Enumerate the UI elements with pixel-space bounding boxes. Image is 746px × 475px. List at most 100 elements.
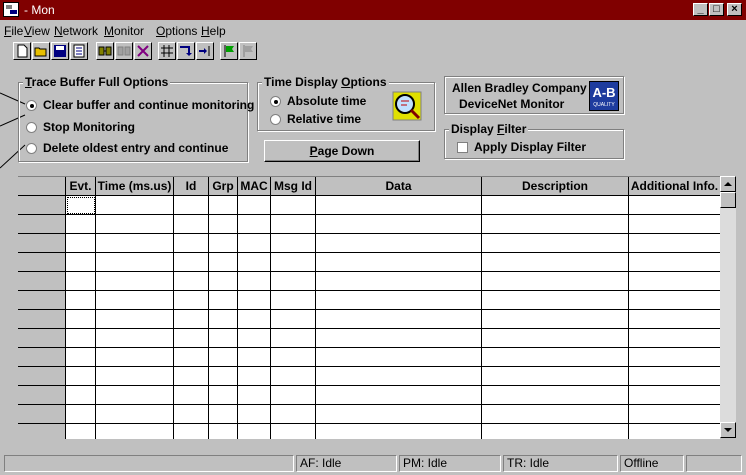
delete-oldest-option[interactable]: Delete oldest entry and continue [26, 141, 228, 155]
table-cell[interactable] [66, 386, 96, 405]
table-cell[interactable] [66, 253, 96, 272]
table-cell[interactable] [209, 405, 238, 424]
delete-button[interactable] [134, 42, 152, 60]
table-cell[interactable] [96, 405, 174, 424]
table-cell[interactable] [174, 386, 209, 405]
table-cell[interactable] [271, 424, 316, 439]
table-cell[interactable] [482, 310, 629, 329]
col-header-grp[interactable]: Grp [209, 177, 238, 196]
step-button[interactable] [177, 42, 195, 60]
table-cell[interactable] [238, 424, 271, 439]
table-cell[interactable] [174, 196, 209, 215]
row-header[interactable] [18, 405, 66, 424]
clear-buffer-option[interactable]: Clear buffer and continue monitoring [26, 98, 254, 112]
table-cell[interactable] [316, 234, 482, 253]
table-cell[interactable] [271, 367, 316, 386]
row-header[interactable] [18, 272, 66, 291]
menu-options[interactable]: Options [156, 24, 197, 38]
table-cell[interactable] [66, 196, 96, 215]
table-cell[interactable] [271, 405, 316, 424]
table-cell[interactable] [174, 272, 209, 291]
table-cell[interactable] [482, 215, 629, 234]
table-cell[interactable] [271, 234, 316, 253]
table-cell[interactable] [238, 253, 271, 272]
table-cell[interactable] [316, 367, 482, 386]
table-cell[interactable] [271, 310, 316, 329]
table-cell[interactable] [238, 234, 271, 253]
menu-view[interactable]: View [24, 24, 50, 38]
table-cell[interactable] [271, 291, 316, 310]
table-cell[interactable] [316, 310, 482, 329]
scroll-thumb[interactable] [720, 192, 736, 208]
maximize-button[interactable]: □ [709, 3, 724, 16]
table-row[interactable] [18, 424, 720, 439]
col-header-msgid[interactable]: Msg Id [271, 177, 316, 196]
table-cell[interactable] [482, 367, 629, 386]
row-header[interactable] [18, 348, 66, 367]
table-cell[interactable] [96, 196, 174, 215]
page-down-button[interactable]: Page Down [264, 140, 420, 162]
scroll-down-button[interactable] [720, 422, 736, 438]
table-cell[interactable] [316, 386, 482, 405]
col-header-description[interactable]: Description [482, 177, 629, 196]
table-cell[interactable] [174, 215, 209, 234]
table-cell[interactable] [66, 272, 96, 291]
table-cell[interactable] [629, 291, 720, 310]
table-cell[interactable] [174, 310, 209, 329]
minimize-button[interactable]: _ [693, 3, 708, 16]
table-cell[interactable] [174, 253, 209, 272]
table-cell[interactable] [482, 272, 629, 291]
table-cell[interactable] [316, 348, 482, 367]
table-cell[interactable] [66, 367, 96, 386]
table-cell[interactable] [316, 424, 482, 439]
table-row[interactable] [18, 367, 720, 386]
trace-table[interactable]: Evt. Time (ms.us) Id Grp MAC Msg Id Data… [18, 176, 720, 439]
table-cell[interactable] [66, 234, 96, 253]
table-cell[interactable] [209, 367, 238, 386]
table-cell[interactable] [238, 348, 271, 367]
table-cell[interactable] [209, 348, 238, 367]
properties-button[interactable] [70, 42, 88, 60]
absolute-time-option[interactable]: Absolute time [270, 94, 366, 108]
row-header[interactable] [18, 329, 66, 348]
table-cell[interactable] [316, 215, 482, 234]
start-button[interactable] [220, 42, 238, 60]
vertical-scrollbar[interactable] [720, 176, 736, 438]
table-row[interactable] [18, 348, 720, 367]
col-header-id[interactable]: Id [174, 177, 209, 196]
table-row[interactable] [18, 234, 720, 253]
table-cell[interactable] [629, 196, 720, 215]
table-cell[interactable] [96, 329, 174, 348]
table-cell[interactable] [316, 272, 482, 291]
table-row[interactable] [18, 291, 720, 310]
table-cell[interactable] [482, 291, 629, 310]
table-cell[interactable] [271, 215, 316, 234]
table-cell[interactable] [66, 348, 96, 367]
table-cell[interactable] [629, 272, 720, 291]
table-cell[interactable] [96, 348, 174, 367]
table-cell[interactable] [271, 386, 316, 405]
table-cell[interactable] [96, 424, 174, 439]
table-cell[interactable] [238, 196, 271, 215]
table-cell[interactable] [174, 329, 209, 348]
table-cell[interactable] [209, 234, 238, 253]
table-cell[interactable] [316, 253, 482, 272]
table-cell[interactable] [482, 424, 629, 439]
table-cell[interactable] [629, 234, 720, 253]
filter-button[interactable] [158, 42, 176, 60]
table-cell[interactable] [66, 405, 96, 424]
table-cell[interactable] [66, 215, 96, 234]
table-row[interactable] [18, 253, 720, 272]
table-cell[interactable] [316, 196, 482, 215]
app-icon[interactable] [3, 2, 19, 17]
disconnect-button[interactable] [115, 42, 133, 60]
new-button[interactable] [13, 42, 31, 60]
table-row[interactable] [18, 310, 720, 329]
table-cell[interactable] [174, 424, 209, 439]
row-header[interactable] [18, 386, 66, 405]
table-row[interactable] [18, 386, 720, 405]
row-header[interactable] [18, 291, 66, 310]
radio-unselected[interactable] [26, 142, 37, 154]
table-cell[interactable] [238, 367, 271, 386]
table-cell[interactable] [209, 424, 238, 439]
